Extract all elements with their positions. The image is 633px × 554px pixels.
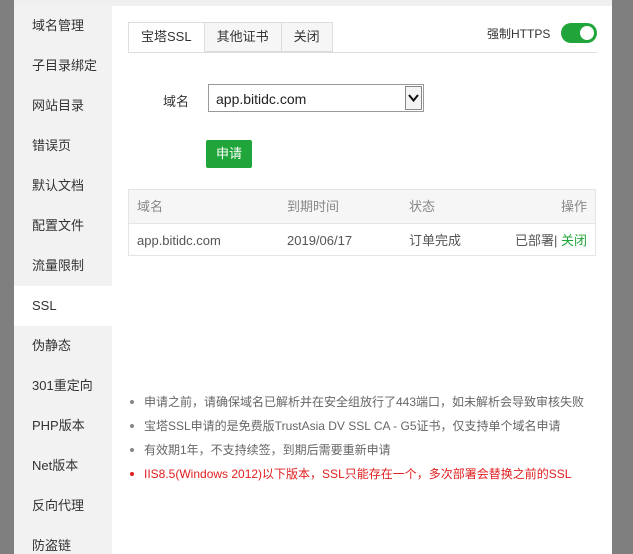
list-item-warning: IIS8.5(Windows 2012)以下版本，SSL只能存在一个，多次部署会… xyxy=(128,462,606,486)
row-expire-time: 2019/06/17 xyxy=(287,233,353,248)
domain-field-label: 域名 xyxy=(163,94,190,109)
sidebar-item-301-redirect[interactable]: 301重定向 xyxy=(14,366,112,406)
force-https-toggle[interactable] xyxy=(561,23,597,43)
row-domain: app.bitidc.com xyxy=(137,233,221,248)
note-text: 宝塔SSL申请的是免费版TrustAsia DV SSL CA - G5证书，仅… xyxy=(144,419,561,433)
site-settings-dialog: 域名管理 子目录绑定 网站目录 错误页 默认文档 配置文件 流量限制 SSL 伪… xyxy=(14,0,612,554)
ssl-tabs: 宝塔SSL 其他证书 关闭 xyxy=(128,22,333,52)
row-actions: 已部署| 关闭 xyxy=(515,224,587,257)
domain-select-value: app.bitidc.com xyxy=(216,91,307,107)
apply-button[interactable]: 申请 xyxy=(206,140,252,168)
sidebar-item-reverse-proxy[interactable]: 反向代理 xyxy=(14,486,112,526)
sidebar-item-ssl[interactable]: SSL xyxy=(14,286,112,326)
sidebar-item-php-version[interactable]: PHP版本 xyxy=(14,406,112,446)
sidebar-item-traffic-limit[interactable]: 流量限制 xyxy=(14,246,112,286)
deployed-link[interactable]: 已部署| xyxy=(515,233,557,248)
tab-divider xyxy=(128,52,597,53)
sidebar-item-net-version[interactable]: Net版本 xyxy=(14,446,112,486)
header-status: 状态 xyxy=(409,199,436,214)
chevron-down-icon xyxy=(405,86,422,110)
table-row: app.bitidc.com 2019/06/17 订单完成 已部署| 关闭 xyxy=(129,224,595,257)
bullet-icon xyxy=(130,472,134,476)
sidebar-item-config-file[interactable]: 配置文件 xyxy=(14,206,112,246)
sidebar-item-site-directory[interactable]: 网站目录 xyxy=(14,86,112,126)
sidebar-item-default-document[interactable]: 默认文档 xyxy=(14,166,112,206)
ssl-settings-content: 宝塔SSL 其他证书 关闭 强制HTTPS 域名 app.bitidc.com … xyxy=(112,6,612,554)
sidebar-item-hotlink-protection[interactable]: 防盗链 xyxy=(14,526,112,554)
tab-close-ssl[interactable]: 关闭 xyxy=(281,22,333,52)
tab-other-certificate[interactable]: 其他证书 xyxy=(204,22,282,52)
sidebar-item-error-page[interactable]: 错误页 xyxy=(14,126,112,166)
bullet-icon xyxy=(130,400,134,404)
note-text: 申请之前，请确保域名已解析并在安全组放行了443端口，如未解析会导致审核失败 xyxy=(144,395,585,409)
list-item: 宝塔SSL申请的是免费版TrustAsia DV SSL CA - G5证书，仅… xyxy=(128,414,606,438)
bullet-icon xyxy=(130,424,134,428)
bullet-icon xyxy=(130,448,134,452)
row-status: 订单完成 xyxy=(409,233,462,248)
ssl-notes-list: 申请之前，请确保域名已解析并在安全组放行了443端口，如未解析会导致审核失败 宝… xyxy=(128,390,606,486)
header-domain: 域名 xyxy=(137,199,164,214)
note-text: IIS8.5(Windows 2012)以下版本，SSL只能存在一个，多次部署会… xyxy=(144,467,572,481)
sidebar-item-domain-management[interactable]: 域名管理 xyxy=(14,6,112,46)
table-header-row: 域名 到期时间 状态 操作 xyxy=(129,190,595,224)
tab-baota-ssl[interactable]: 宝塔SSL xyxy=(128,22,205,52)
sidebar-item-rewrite[interactable]: 伪静态 xyxy=(14,326,112,366)
header-action: 操作 xyxy=(560,199,587,214)
domain-select[interactable]: app.bitidc.com xyxy=(208,84,424,112)
list-item: 有效期1年，不支持续签，到期后需要重新申请 xyxy=(128,438,606,462)
force-https-label: 强制HTTPS xyxy=(487,27,551,41)
list-item: 申请之前，请确保域名已解析并在安全组放行了443端口，如未解析会导致审核失败 xyxy=(128,390,606,414)
header-expire-time: 到期时间 xyxy=(287,199,340,214)
settings-sidebar: 域名管理 子目录绑定 网站目录 错误页 默认文档 配置文件 流量限制 SSL 伪… xyxy=(14,6,112,554)
note-text: 有效期1年，不支持续签，到期后需要重新申请 xyxy=(144,443,391,457)
toggle-knob xyxy=(580,26,594,40)
close-link[interactable]: 关闭 xyxy=(561,233,587,248)
certificate-table: 域名 到期时间 状态 操作 app.bitidc.com 2019/06/17 … xyxy=(128,189,596,256)
sidebar-item-subdirectory-binding[interactable]: 子目录绑定 xyxy=(14,46,112,86)
